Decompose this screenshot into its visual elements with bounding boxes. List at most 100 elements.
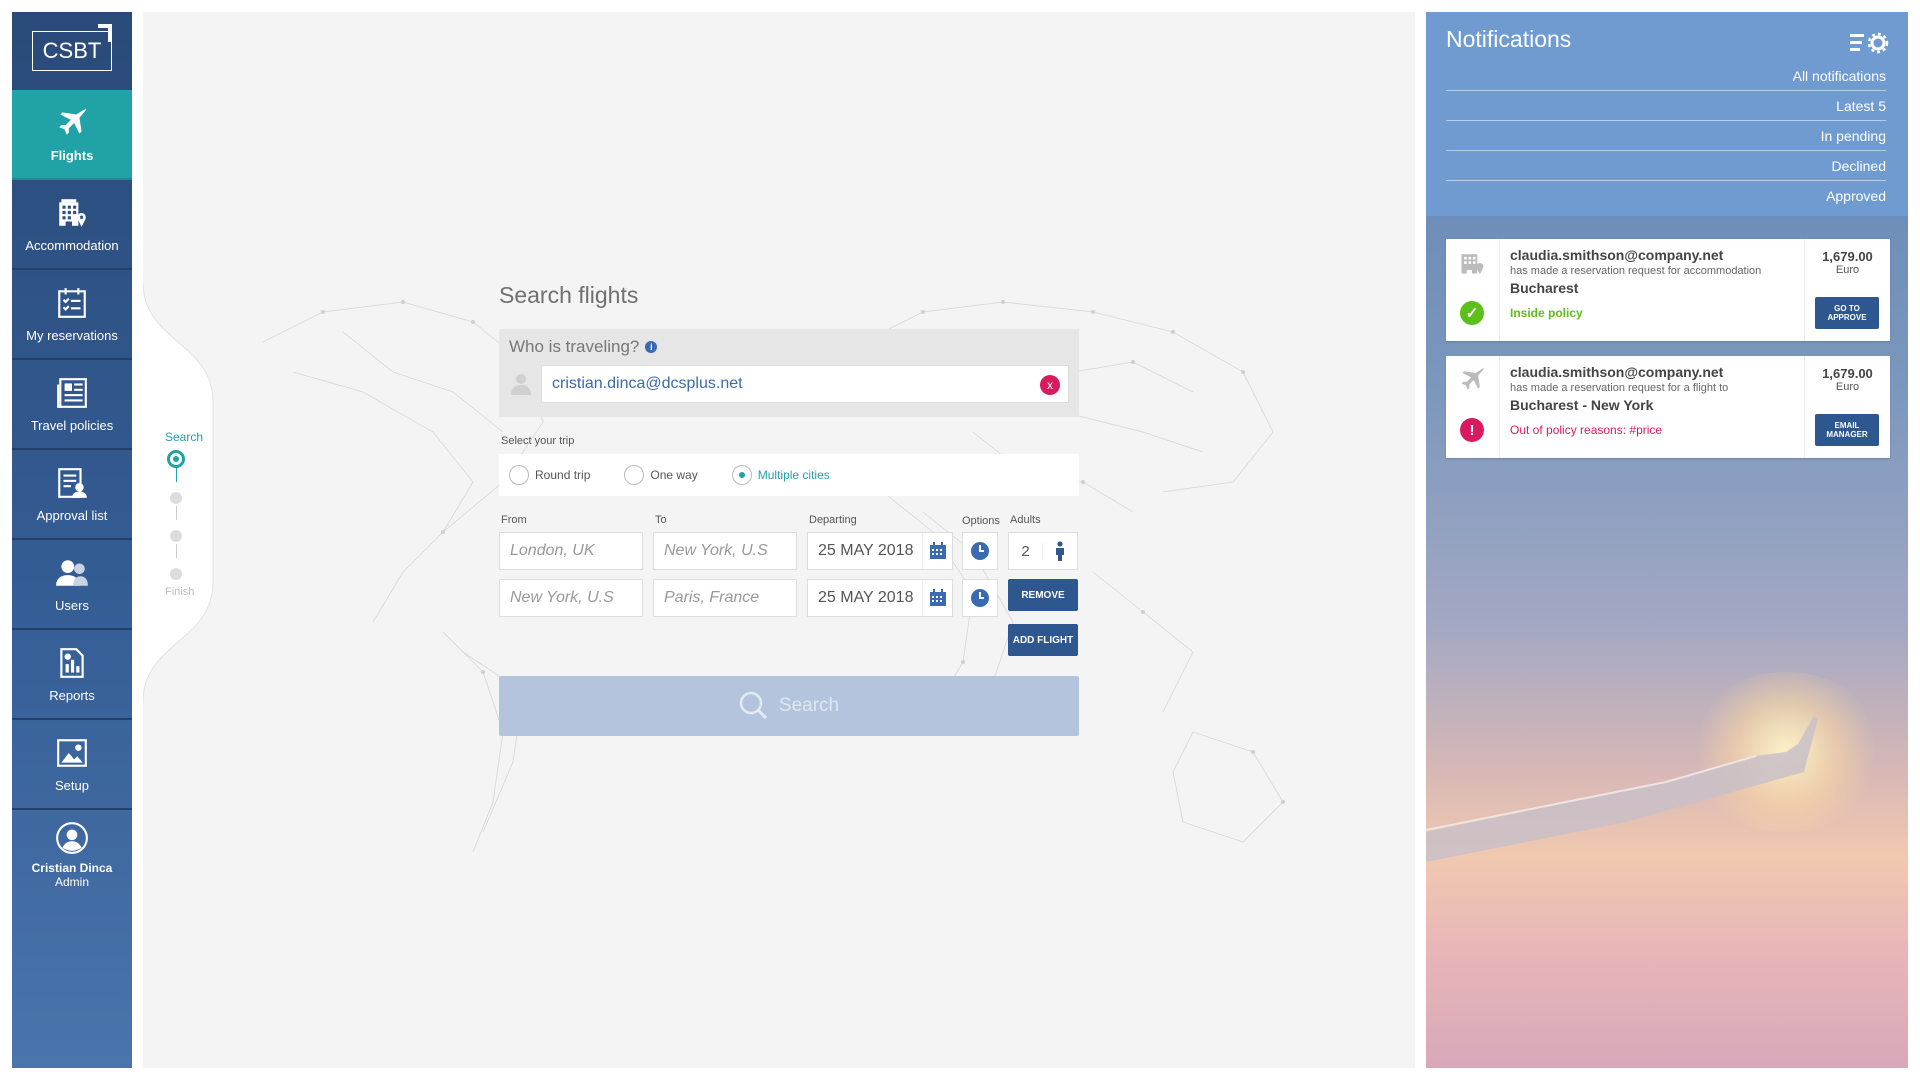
traveler-question: Who is traveling? i xyxy=(509,337,1069,357)
card-price-section: 1,679.00 Euro EMAIL MANAGER xyxy=(1804,356,1890,458)
card-currency: Euro xyxy=(1835,264,1860,276)
page-title: Search flights xyxy=(499,282,639,308)
sidebar-item-my-reservations[interactable]: My reservations xyxy=(12,270,132,360)
step-label-finish: Finish xyxy=(165,586,195,598)
notifications-title: Notifications xyxy=(1446,26,1572,52)
card-destination: Bucharest - New York xyxy=(1510,397,1654,413)
logo[interactable]: CSBT xyxy=(32,24,112,71)
radio-multiple-cities[interactable]: Multiple cities xyxy=(731,465,830,485)
to-input[interactable]: Paris, France xyxy=(653,579,797,617)
calendar-icon[interactable] xyxy=(922,580,952,616)
date-value: 25 MAY 2018 xyxy=(818,542,914,559)
airplane-icon xyxy=(1458,366,1486,399)
search-button-label: Search xyxy=(778,695,840,716)
date-value: 25 MAY 2018 xyxy=(818,589,914,606)
user-role: Admin xyxy=(54,875,89,889)
sidebar-item-reports[interactable]: Reports xyxy=(12,630,132,720)
notification-card[interactable]: ✓ claudia.smithson@company.net has made … xyxy=(1446,239,1890,341)
traveler-section: Who is traveling? i cristian.dinca@dcspl… xyxy=(499,329,1079,417)
card-body: claudia.smithson@company.net has made a … xyxy=(1500,239,1804,341)
radio-label: One way xyxy=(650,468,698,482)
time-options-button[interactable] xyxy=(962,579,998,617)
sidebar-item-label: My reservations xyxy=(26,327,118,343)
flight-legs: From To Departing Options Adults London,… xyxy=(499,514,1079,664)
hotel-icon xyxy=(59,198,86,227)
departing-date-input[interactable]: 25 MAY 2018 xyxy=(807,579,953,617)
hotel-icon xyxy=(1458,249,1486,282)
airplane-icon xyxy=(59,108,87,135)
search-flights-panel: Search flights Who is traveling? i crist… xyxy=(499,282,1079,736)
step-dot-finish xyxy=(170,568,182,580)
stepper-curve xyxy=(143,282,214,702)
from-input[interactable]: New York, U.S xyxy=(499,579,643,617)
notification-card[interactable]: ! claudia.smithson@company.net has made … xyxy=(1446,356,1890,458)
card-email: claudia.smithson@company.net xyxy=(1510,364,1724,380)
sidebar-item-flights[interactable]: Flights xyxy=(12,90,132,180)
progress-stepper: Search Finish xyxy=(143,282,223,702)
user-name: Cristian Dinca xyxy=(31,861,113,875)
departing-date-input[interactable]: 25 MAY 2018 xyxy=(807,532,953,570)
warning-icon: ! xyxy=(1460,418,1484,442)
from-input[interactable]: London, UK xyxy=(499,532,643,570)
sidebar-item-approval-list[interactable]: Approval list xyxy=(12,450,132,540)
airplane-wing-image xyxy=(1426,716,1818,862)
card-description: has made a reservation request for a fli… xyxy=(1510,382,1729,394)
step-dot-search[interactable] xyxy=(167,450,185,468)
search-button[interactable]: Search xyxy=(499,676,1079,736)
step-label-search: Search xyxy=(165,430,204,444)
card-destination: Bucharest xyxy=(1510,280,1579,296)
calendar-icon[interactable] xyxy=(922,533,952,569)
to-column-label: To xyxy=(655,514,667,526)
card-price: 1,679.00 xyxy=(1822,366,1873,381)
sidebar-item-label: Setup xyxy=(55,777,89,793)
departing-column-label: Departing xyxy=(809,514,857,526)
radio-circle[interactable] xyxy=(731,465,752,485)
sidebar-item-setup[interactable]: Setup xyxy=(12,720,132,810)
user-profile[interactable]: Cristian Dinca Admin xyxy=(12,810,132,900)
notification-settings-icon[interactable] xyxy=(1850,32,1890,59)
trip-type-label: Select your trip xyxy=(501,435,575,447)
step-dot-3 xyxy=(170,530,182,542)
sidebar-item-users[interactable]: Users xyxy=(12,540,132,630)
card-status: Inside policy xyxy=(1510,306,1583,320)
options-column-label: Options xyxy=(962,515,1000,527)
remove-leg-button[interactable]: REMOVE xyxy=(1008,579,1078,611)
from-column-label: From xyxy=(501,514,527,526)
adults-column-label: Adults xyxy=(1010,514,1041,526)
filter-latest-5[interactable]: Latest 5 xyxy=(1446,91,1886,121)
time-options-button[interactable] xyxy=(962,532,998,570)
card-currency: Euro xyxy=(1835,381,1860,393)
add-flight-button[interactable]: ADD FLIGHT xyxy=(1008,624,1078,656)
notifications-header: Notifications All notifications Latest 5… xyxy=(1426,12,1908,216)
person-icon xyxy=(509,365,533,403)
info-icon[interactable]: i xyxy=(645,341,658,353)
go-to-approve-button[interactable]: GO TO APPROVE xyxy=(1815,297,1879,329)
adults-count[interactable]: 2 xyxy=(1009,542,1043,560)
to-input[interactable]: New York, U.S xyxy=(653,532,797,570)
step-connector xyxy=(176,544,177,558)
radio-one-way[interactable]: One way xyxy=(624,465,698,485)
notifications-panel: Notifications All notifications Latest 5… xyxy=(1426,12,1908,1068)
radio-circle[interactable] xyxy=(509,465,529,485)
filter-declined[interactable]: Declined xyxy=(1446,151,1886,181)
adults-stepper[interactable]: 2 xyxy=(1008,532,1078,570)
newspaper-icon xyxy=(57,377,87,408)
traveler-email-input[interactable]: cristian.dinca@dcsplus.net x xyxy=(541,365,1069,403)
filter-all-notifications[interactable]: All notifications xyxy=(1446,61,1886,91)
sidebar-item-label: Accommodation xyxy=(25,237,119,253)
clear-traveler-button[interactable]: x xyxy=(1040,375,1060,395)
logo-area: CSBT xyxy=(12,12,132,90)
card-email: claudia.smithson@company.net xyxy=(1510,247,1724,263)
sidebar-item-travel-policies[interactable]: Travel policies xyxy=(12,360,132,450)
person-icon xyxy=(1043,541,1077,561)
radio-circle[interactable] xyxy=(624,465,645,485)
radio-round-trip[interactable]: Round trip xyxy=(509,465,590,485)
card-icons: ✓ xyxy=(1446,239,1500,341)
avatar-icon xyxy=(56,822,88,854)
card-description: has made a reservation request for accom… xyxy=(1510,265,1762,277)
filter-approved[interactable]: Approved xyxy=(1446,181,1886,211)
sidebar: CSBT Flights Accommodation My reservatio… xyxy=(12,12,132,1068)
email-manager-button[interactable]: EMAIL MANAGER xyxy=(1815,414,1879,446)
filter-in-pending[interactable]: In pending xyxy=(1446,121,1886,151)
sidebar-item-accommodation[interactable]: Accommodation xyxy=(12,180,132,270)
